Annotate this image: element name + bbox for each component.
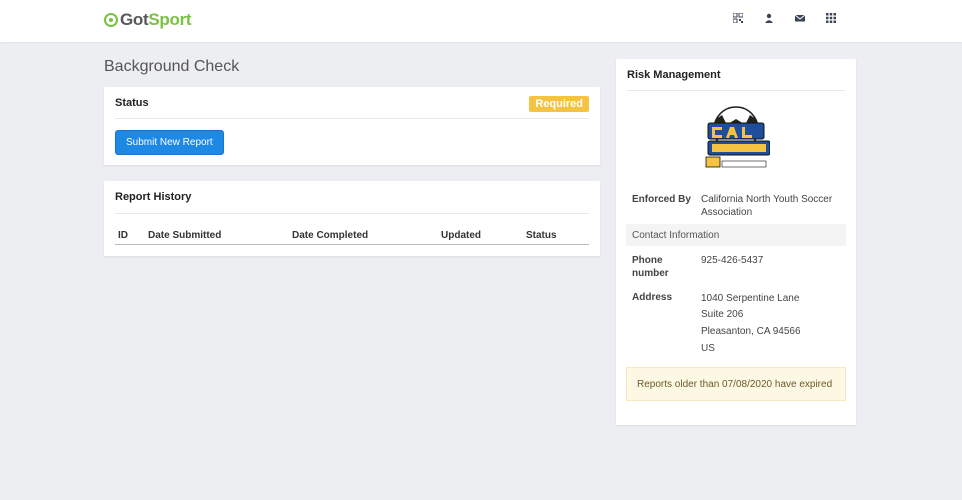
risk-management-card: Risk Management Enforced By California N… <box>616 59 856 425</box>
divider <box>627 90 845 91</box>
report-history-title: Report History <box>115 191 192 203</box>
column-header-updated[interactable]: Updated <box>441 230 481 241</box>
column-header-id[interactable]: ID <box>118 230 128 241</box>
report-history-card: Report History ID Date Submitted Date Co… <box>104 181 600 256</box>
gotsport-logo-icon <box>104 13 118 27</box>
header-actions <box>733 13 836 23</box>
enforced-by-value-line1: California North Youth Soccer <box>701 194 833 205</box>
address-label: Address <box>632 292 673 303</box>
user-icon[interactable] <box>764 13 774 23</box>
column-header-date-completed[interactable]: Date Completed <box>292 230 368 241</box>
qr-icon[interactable] <box>733 13 743 23</box>
divider <box>115 213 589 214</box>
phone-value: 925-426-5437 <box>701 255 764 266</box>
risk-management-title: Risk Management <box>627 69 721 81</box>
submit-new-report-button[interactable]: Submit New Report <box>115 130 224 155</box>
column-header-status[interactable]: Status <box>526 230 557 241</box>
logo-text: GotSport <box>120 10 192 29</box>
address-line-3: Pleasanton, CA 94566 <box>701 326 801 337</box>
cal-north-logo <box>705 106 770 168</box>
top-navbar: GotSport <box>0 0 962 42</box>
expired-reports-notice: Reports older than 07/08/2020 have expir… <box>626 367 846 401</box>
enforced-by-value-line2: Association <box>701 207 753 218</box>
status-card-title: Status <box>115 97 149 109</box>
divider <box>115 118 589 119</box>
status-badge: Required <box>529 96 589 112</box>
status-card: Status Required Submit New Report <box>104 87 600 165</box>
phone-label-line1: Phone <box>632 255 663 266</box>
table-header-border <box>115 244 589 245</box>
column-header-date-submitted[interactable]: Date Submitted <box>148 230 221 241</box>
page-title: Background Check <box>104 58 240 75</box>
contact-information-header: Contact Information <box>626 224 846 246</box>
envelope-icon[interactable] <box>795 13 805 23</box>
address-line-2: Suite 206 <box>701 309 744 320</box>
gotsport-logo[interactable]: GotSport <box>104 10 192 30</box>
grid-icon[interactable] <box>826 13 836 23</box>
address-line-4: US <box>701 343 715 354</box>
phone-label-line2: number <box>632 268 669 279</box>
enforced-by-label: Enforced By <box>632 194 691 205</box>
address-line-1: 1040 Serpentine Lane <box>701 293 800 304</box>
